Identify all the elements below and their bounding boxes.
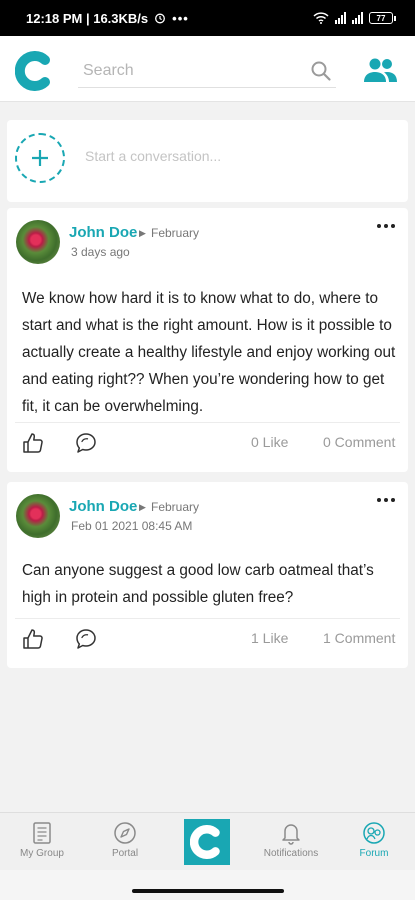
comment-icon[interactable] [74,627,98,651]
post-group[interactable]: February [151,226,199,240]
nav-portal[interactable]: Portal [85,821,165,859]
like-icon[interactable] [21,431,45,455]
alarm-icon [155,13,166,24]
comment-count[interactable]: 0 Comment [323,434,395,450]
bell-icon [282,824,300,845]
arrow-right-icon: ▶ [139,502,146,512]
home-indicator[interactable] [132,889,284,893]
post-author[interactable]: John Doe [69,498,137,515]
search-bar [78,54,336,88]
like-icon[interactable] [21,627,45,651]
divider [15,618,400,619]
nav-label: Portal [111,848,139,859]
like-count[interactable]: 1 Like [251,630,288,646]
nav-forum[interactable]: Forum [334,821,414,859]
nav-notifications[interactable]: Notifications [251,821,331,859]
nav-label: Forum [359,848,389,859]
document-icon [33,822,51,844]
more-status-icon: ••• [172,10,189,26]
divider [15,422,400,423]
arrow-right-icon: ▶ [139,228,146,238]
nav-label: Notifications [263,848,319,859]
forum-icon [363,822,385,844]
more-options-icon[interactable] [377,222,395,230]
avatar[interactable] [16,220,60,264]
nav-my-group[interactable]: My Group [2,821,82,859]
battery-icon: 77 [369,12,396,24]
status-time: 12:18 PM | 16.3KB/s [26,10,149,26]
app-header [0,36,415,102]
like-count[interactable]: 0 Like [251,434,288,450]
avatar[interactable] [16,494,60,538]
nav-home-logo[interactable] [184,819,230,865]
composer-placeholder[interactable]: Start a conversation... [85,148,221,164]
comment-count[interactable]: 1 Comment [323,630,395,646]
app-logo-icon[interactable] [15,51,55,91]
add-post-button[interactable] [15,133,65,183]
app-logo-icon [190,825,220,859]
bottom-navigation: My Group Portal Notifications Forum [0,812,415,870]
search-input[interactable] [78,61,298,80]
status-bar: 12:18 PM | 16.3KB/s ••• 77 [0,0,415,36]
post-card: John Doe ▶ February 3 days ago We know h… [7,208,408,472]
nav-label: My Group [20,848,64,859]
post-group[interactable]: February [151,500,199,514]
plus-icon [32,150,48,166]
more-options-icon[interactable] [377,496,395,504]
start-conversation-card[interactable]: Start a conversation... [7,120,408,202]
wifi-icon [313,12,329,24]
post-card: John Doe ▶ February Feb 01 2021 08:45 AM… [7,482,408,668]
search-icon[interactable] [310,60,332,82]
comment-icon[interactable] [74,431,98,455]
post-body: Can anyone suggest a good low carb oatme… [22,562,374,606]
signal-icon-2 [352,12,363,24]
post-body: We know how hard it is to know what to d… [22,290,396,415]
signal-icon [335,12,346,24]
post-author[interactable]: John Doe [69,224,137,241]
system-home-bar [0,870,415,900]
post-time: 3 days ago [71,245,130,259]
users-icon[interactable] [362,56,398,84]
post-time: Feb 01 2021 08:45 AM [71,519,193,533]
compass-icon [114,822,136,844]
battery-level: 77 [376,13,386,23]
